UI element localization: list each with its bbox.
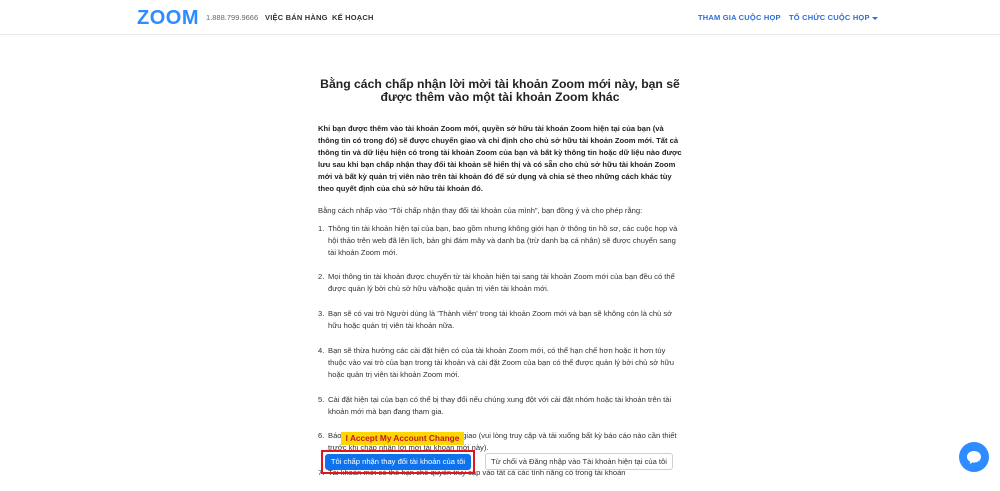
nav-plans-link[interactable]: KẾ HOẠCH	[332, 13, 374, 22]
term-item: 3. Bạn sẽ có vai trò Người dùng là 'Thành…	[318, 308, 682, 332]
term-text: Bạn sẽ có vai trò Người dùng là 'Thành v…	[328, 309, 673, 331]
term-item: 5. Cài đặt hiện tại của bạn có thể bị tha…	[318, 394, 682, 418]
account-change-content: Bằng cách chấp nhận lời mời tài khoản Zo…	[318, 78, 682, 491]
page-title: Bằng cách chấp nhận lời mời tài khoản Zo…	[320, 77, 680, 104]
chat-bubble-icon	[967, 450, 981, 464]
term-number: 6.	[318, 431, 325, 441]
term-item: 1. Thông tin tài khoản hiện tại của bạn, …	[318, 223, 682, 259]
decline-and-sign-in-button[interactable]: Từ chối và Đăng nhập vào Tài khoản hiện …	[485, 453, 673, 470]
term-number: 5.	[318, 394, 325, 404]
consent-intro: Bằng cách nhấp vào “Tôi chấp nhận thay đ…	[318, 205, 643, 215]
term-text: Mọi thông tin tài khoản được chuyển từ t…	[328, 272, 675, 294]
nav-sales-link[interactable]: VIỆC BÁN HÀNG	[265, 13, 328, 22]
ownership-notice: Khi bạn được thêm vào tài khoản Zoom mới…	[318, 124, 682, 194]
term-number: 2.	[318, 272, 325, 282]
term-item: 2. Mọi thông tin tài khoản được chuyển từ…	[318, 271, 682, 295]
term-item: 4. Bạn sẽ thừa hưởng các cài đặt hiện có …	[318, 345, 682, 381]
term-number: 1.	[318, 223, 325, 233]
zoom-logo[interactable]: ZOOM	[137, 8, 199, 28]
term-text: Cài đặt hiện tại của bạn có thể bị thay …	[328, 394, 672, 416]
term-number: 3.	[318, 309, 325, 319]
term-text: Thông tin tài khoản hiện tại của bạn, ba…	[328, 223, 678, 257]
accept-annotation-label: I Accept My Account Change	[341, 432, 464, 445]
phone-number[interactable]: 1.888.799.9666	[206, 13, 258, 22]
chat-button[interactable]	[959, 442, 989, 472]
join-meeting-link[interactable]: THAM GIA CUỘC HỌP	[698, 13, 781, 22]
term-text: Bạn sẽ thừa hưởng các cài đặt hiện có củ…	[328, 345, 674, 379]
caret-down-icon	[871, 16, 878, 20]
top-navigation-bar: ZOOM 1.888.799.9666 VIỆC BÁN HÀNG KẾ HOẠ…	[0, 0, 1000, 35]
accept-account-change-button[interactable]: Tôi chấp nhận thay đổi tài khoản của tôi	[325, 454, 471, 470]
host-meeting-label: TỔ CHỨC CUỘC HỌP	[789, 13, 870, 22]
host-meeting-dropdown[interactable]: TỔ CHỨC CUỘC HỌP	[789, 13, 878, 22]
term-number: 4.	[318, 345, 325, 355]
